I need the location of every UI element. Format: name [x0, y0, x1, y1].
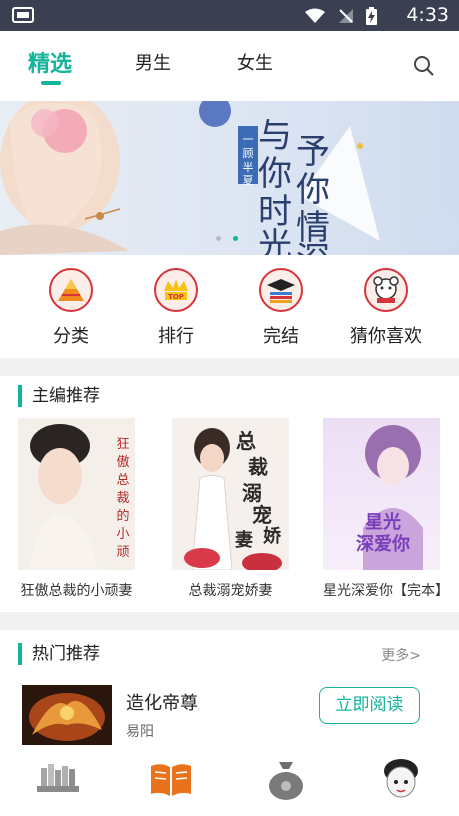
- svg-text:总: 总: [116, 473, 129, 488]
- battery-charging-icon: [366, 7, 377, 25]
- category-classify[interactable]: 分类: [16, 268, 126, 348]
- svg-text:总: 总: [236, 429, 256, 453]
- editor-pick-title: 主编推荐: [18, 385, 100, 407]
- svg-text:妻: 妻: [235, 530, 253, 551]
- banner-artwork: 一 顾 半 夏 与 你 时 光 予 你 情 深: [0, 101, 459, 255]
- book-title: 狂傲总裁的小顽妻: [20, 583, 133, 599]
- hot-book-item[interactable]: 造化帝尊 易阳 立即阅读: [22, 685, 442, 745]
- hot-book-author: 易阳: [126, 724, 154, 740]
- svg-text:深: 深: [296, 240, 330, 255]
- hot-book-cover[interactable]: [22, 685, 112, 745]
- svg-text:裁: 裁: [116, 490, 129, 506]
- search-icon[interactable]: [413, 55, 435, 77]
- svg-text:娇: 娇: [263, 525, 282, 547]
- active-tab-indicator: [41, 81, 61, 85]
- category-label: 完结: [263, 326, 299, 347]
- tab-female[interactable]: 女生: [237, 49, 273, 75]
- svg-text:深爱你: 深爱你: [356, 533, 410, 555]
- book-cover[interactable]: 狂 傲 总 裁 的 小 顽: [18, 418, 135, 570]
- status-time: 4:33: [406, 4, 449, 26]
- svg-text:予: 予: [296, 132, 330, 172]
- carousel-dot[interactable]: [216, 236, 221, 241]
- crown-top-icon: TOP: [154, 268, 198, 312]
- wifi-icon: [305, 8, 325, 23]
- book-cover[interactable]: 总 裁 溺 宠 娇 妻: [172, 418, 289, 570]
- svg-text:与: 与: [258, 116, 292, 156]
- svg-text:顽: 顽: [116, 545, 129, 560]
- bookshelf-icon[interactable]: [35, 756, 81, 802]
- svg-text:光: 光: [258, 226, 292, 255]
- more-link[interactable]: 更多>: [381, 645, 421, 665]
- svg-text:裁: 裁: [248, 455, 268, 479]
- book-card[interactable]: 狂 傲 总 裁 的 小 顽 狂傲总裁的小顽妻: [18, 418, 135, 600]
- app-notification-icon: [12, 7, 34, 23]
- svg-text:顾: 顾: [243, 147, 254, 160]
- svg-text:溺: 溺: [242, 481, 262, 505]
- book-card[interactable]: 总 裁 溺 宠 娇 妻 总裁溺宠娇妻: [172, 418, 289, 600]
- category-label: 猜你喜欢: [350, 326, 422, 347]
- svg-text:宠: 宠: [252, 503, 272, 527]
- read-now-button[interactable]: 立即阅读: [319, 687, 420, 724]
- category-finished[interactable]: 完结: [226, 268, 336, 348]
- bottom-nav: [0, 752, 459, 816]
- money-bag-icon[interactable]: [263, 756, 309, 802]
- open-book-icon[interactable]: [148, 756, 194, 802]
- banner-carousel[interactable]: 一 顾 半 夏 与 你 时 光 予 你 情 深: [0, 101, 459, 255]
- mascot-icon: [364, 268, 408, 312]
- book-cover[interactable]: 星光 深爱你: [323, 418, 440, 570]
- category-ranking[interactable]: TOP 排行: [121, 268, 231, 348]
- svg-text:TOP: TOP: [168, 293, 184, 301]
- tab-male[interactable]: 男生: [135, 49, 171, 75]
- books-cap-icon: [259, 268, 303, 312]
- hot-section-title: 热门推荐: [18, 643, 100, 665]
- book-card[interactable]: 星光 深爱你 星光深爱你【完本】: [323, 418, 449, 600]
- svg-text:你: 你: [296, 170, 330, 210]
- svg-text:狂: 狂: [116, 437, 129, 452]
- section-divider: [0, 612, 459, 630]
- svg-text:你: 你: [258, 154, 292, 194]
- svg-text:小: 小: [116, 527, 129, 542]
- book-title: 星光深爱你【完本】: [323, 583, 449, 599]
- carousel-dot-active[interactable]: [233, 236, 238, 241]
- book-title: 总裁溺宠娇妻: [188, 583, 273, 599]
- hot-book-name: 造化帝尊: [126, 693, 198, 714]
- svg-text:傲: 傲: [116, 455, 129, 470]
- svg-text:星光: 星光: [365, 511, 401, 533]
- category-label: 分类: [53, 326, 89, 347]
- svg-text:夏: 夏: [243, 174, 254, 187]
- top-nav: 精选 男生 女生: [0, 31, 459, 101]
- section-divider: [0, 358, 459, 376]
- category-guess-you-like[interactable]: 猜你喜欢: [331, 268, 441, 348]
- profile-avatar-icon[interactable]: [378, 756, 424, 802]
- category-row: 分类 TOP 排行 完结 猜你喜欢: [0, 268, 459, 358]
- signal-off-icon: [339, 9, 353, 23]
- category-label: 排行: [158, 326, 194, 347]
- svg-text:一: 一: [243, 133, 254, 146]
- tab-featured[interactable]: 精选: [28, 46, 72, 78]
- status-bar: 4:33: [0, 0, 459, 31]
- svg-text:的: 的: [116, 508, 129, 524]
- carousel-indicator: [216, 236, 238, 241]
- pyramid-icon: [49, 268, 93, 312]
- svg-text:半: 半: [243, 160, 254, 174]
